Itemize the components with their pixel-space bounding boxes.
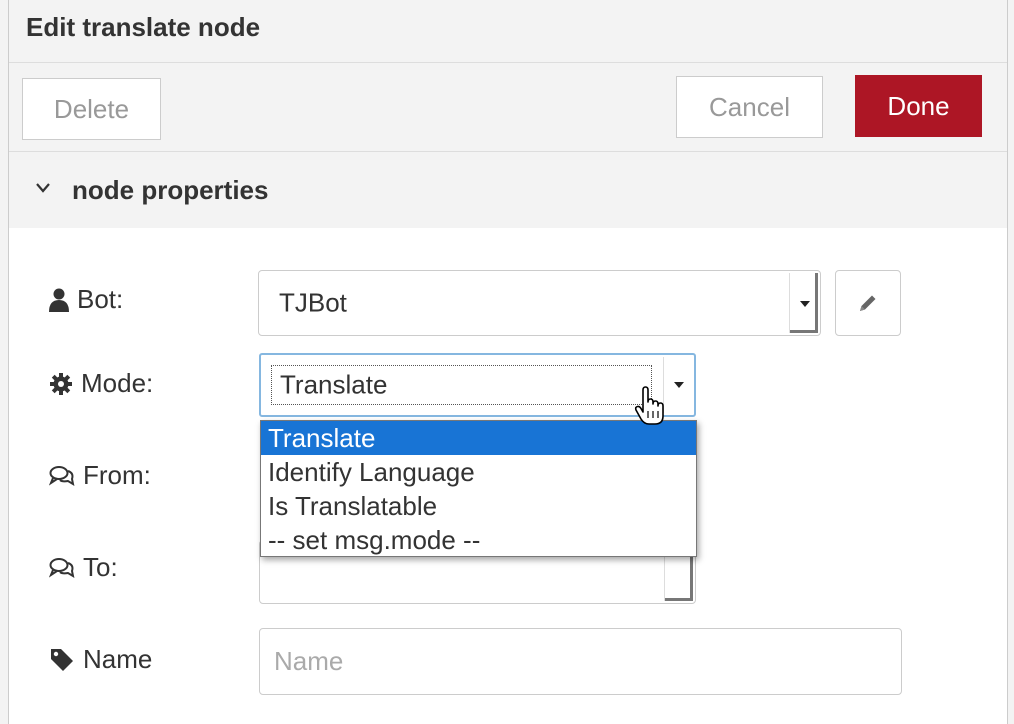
- section-header-node-properties[interactable]: node properties: [9, 152, 1007, 228]
- name-label-text: Name: [83, 644, 153, 674]
- done-button[interactable]: Done: [855, 75, 982, 137]
- mode-option[interactable]: Identify Language: [261, 455, 696, 489]
- caret-down-icon: [663, 357, 692, 413]
- page-title: Edit translate node: [26, 12, 261, 42]
- edit-bot-button[interactable]: [835, 270, 901, 336]
- mode-option[interactable]: Is Translatable: [261, 489, 696, 523]
- mode-dropdown-list: Translate Identify Language Is Translata…: [260, 420, 697, 557]
- edit-node-tray: Edit translate node Delete Cancel Done n…: [8, 0, 1008, 724]
- name-label: Name: [49, 644, 152, 675]
- from-label: From:: [49, 460, 151, 491]
- pencil-icon: [860, 295, 876, 311]
- section-title: node properties: [72, 175, 269, 205]
- to-label-text: To:: [83, 552, 118, 582]
- user-icon: [49, 288, 69, 312]
- from-label-text: From:: [83, 460, 151, 490]
- hand-pointer-icon: [634, 386, 664, 425]
- mode-option[interactable]: -- set msg.mode --: [261, 523, 696, 557]
- mode-option[interactable]: Translate: [261, 421, 696, 455]
- delete-button[interactable]: Delete: [22, 78, 161, 140]
- chevron-down-icon: [36, 183, 50, 193]
- caret-down-icon: [789, 273, 818, 333]
- bot-select-value: TJBot: [279, 287, 347, 318]
- tag-icon: [51, 648, 73, 671]
- mode-label: Mode:: [49, 368, 153, 399]
- bot-label-text: Bot:: [77, 284, 124, 314]
- mode-select-value: Translate: [280, 369, 388, 400]
- tray-header: Edit translate node: [9, 0, 1007, 63]
- mode-select[interactable]: Translate: [259, 353, 696, 417]
- comments-icon: [49, 465, 75, 486]
- name-input[interactable]: [259, 628, 902, 695]
- mode-label-text: Mode:: [81, 368, 154, 398]
- mode-select-focus-ring: Translate: [271, 365, 652, 405]
- bot-select[interactable]: TJBot: [258, 270, 821, 336]
- gear-icon: [50, 372, 72, 395]
- bot-label: Bot:: [49, 284, 123, 315]
- comments-icon: [49, 557, 75, 578]
- to-label: To:: [49, 552, 118, 583]
- cancel-button[interactable]: Cancel: [676, 76, 823, 138]
- tray-toolbar: Delete Cancel Done: [9, 63, 1007, 152]
